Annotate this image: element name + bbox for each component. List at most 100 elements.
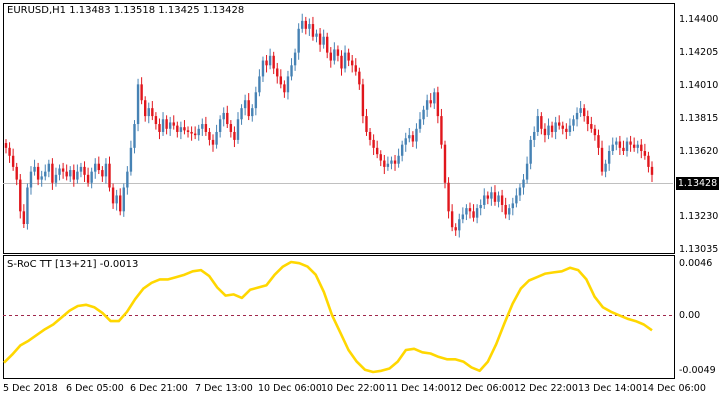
- time-axis-label: 12 Dec 22:00: [514, 383, 578, 394]
- candle-body: [554, 122, 557, 132]
- candle-body: [408, 135, 411, 139]
- ohlc-close: 1.13428: [202, 5, 245, 16]
- ohlc-low: 1.13425: [158, 5, 200, 16]
- candle-body: [368, 131, 372, 140]
- candle-body: [40, 176, 43, 180]
- candle-body: [525, 163, 529, 180]
- candle-body: [90, 171, 93, 183]
- candle-body: [632, 144, 636, 148]
- candle-body: [572, 119, 575, 126]
- candle-body: [36, 166, 40, 180]
- candle-body: [415, 128, 418, 142]
- candle-body: [515, 195, 518, 204]
- candle-body: [61, 168, 65, 172]
- candle-body: [283, 84, 286, 93]
- candle-body: [211, 139, 215, 145]
- candle-body: [122, 187, 125, 212]
- candle-body: [268, 55, 272, 66]
- candle-body: [558, 122, 561, 126]
- candle-body: [593, 128, 597, 136]
- candle-body: [147, 108, 150, 117]
- candle-body: [222, 112, 225, 120]
- current-price-tag: 1.13428: [676, 177, 719, 190]
- candle-body: [190, 131, 193, 134]
- price-axis-label: 1.13035: [679, 244, 719, 255]
- candle-body: [625, 141, 629, 152]
- candle-body: [607, 151, 611, 164]
- indicator-line: [3, 260, 653, 374]
- candle-body: [354, 65, 357, 72]
- candle-body: [425, 100, 429, 110]
- candle-body: [604, 163, 607, 172]
- ohlc-high: 1.13518: [113, 5, 156, 16]
- candle-body: [533, 131, 536, 140]
- candle-body: [340, 55, 343, 69]
- candle-body: [643, 151, 647, 156]
- candle-body: [29, 171, 33, 188]
- candle-body: [293, 52, 297, 66]
- time-axis-label: 12 Dec 06:00: [450, 383, 514, 394]
- candle-body: [465, 208, 468, 215]
- candle-body: [600, 147, 604, 172]
- candle-body: [347, 52, 350, 61]
- candle-body: [44, 171, 47, 177]
- candle-body: [83, 166, 86, 175]
- candle-body: [158, 124, 161, 132]
- candle-body: [550, 125, 554, 132]
- candle-body: [161, 119, 165, 132]
- price-axis-label: 1.14400: [679, 14, 719, 25]
- candle-body: [126, 171, 129, 188]
- candle-body: [529, 139, 532, 164]
- chart-window[interactable]: EURUSD,H1 1.13483 1.13518 1.13425 1.1342…: [0, 0, 720, 400]
- ohlc-open: 1.13483: [69, 5, 111, 16]
- candle-body: [329, 52, 332, 61]
- candle-body: [58, 168, 61, 175]
- candle-body: [383, 160, 386, 167]
- price-axis-label: 1.13815: [679, 113, 719, 124]
- candle-body: [472, 211, 475, 218]
- candle-body: [322, 36, 325, 45]
- candle-body: [397, 155, 400, 164]
- candle-body: [19, 179, 22, 212]
- price-axis-label: 1.14010: [679, 80, 719, 91]
- candle-body: [254, 92, 258, 109]
- candle-body: [622, 147, 625, 152]
- candle-body: [233, 131, 236, 140]
- candle-body: [215, 131, 218, 145]
- candle-body: [133, 124, 136, 148]
- candle-body: [636, 144, 639, 148]
- candle-body: [79, 166, 83, 172]
- candle-body: [204, 124, 208, 132]
- candle-body: [318, 33, 322, 45]
- candle-body: [504, 204, 507, 215]
- candle-body: [119, 195, 122, 212]
- candle-body: [258, 76, 261, 93]
- candle-body: [140, 84, 143, 101]
- candle-body: [579, 108, 582, 113]
- candle-body: [279, 76, 283, 85]
- candle-body: [597, 135, 600, 148]
- candle-body: [429, 100, 432, 104]
- candle-body: [4, 143, 8, 148]
- time-axis-label: 13 Dec 14:00: [578, 383, 642, 394]
- candle-body: [350, 60, 354, 66]
- candle-body: [629, 141, 632, 145]
- indicator-header: S-RoC TT [13+21] -0.0013: [7, 259, 139, 270]
- candle-body: [361, 84, 365, 117]
- candle-body: [365, 116, 368, 132]
- candle-body: [286, 76, 290, 93]
- candle-body: [251, 108, 254, 117]
- candle-body: [508, 208, 511, 215]
- candle-body: [522, 179, 525, 188]
- candle-body: [458, 219, 461, 231]
- time-axis-label: 11 Dec 14:00: [386, 383, 450, 394]
- price-axis-label: 1.14205: [679, 47, 719, 58]
- candle-body: [229, 124, 233, 132]
- candle-body: [111, 187, 115, 204]
- candle-body: [261, 60, 265, 77]
- candle-body: [393, 160, 397, 164]
- candle-body: [97, 163, 100, 171]
- candle-body: [433, 92, 436, 104]
- candle-body: [568, 125, 572, 132]
- candle-body: [176, 125, 179, 132]
